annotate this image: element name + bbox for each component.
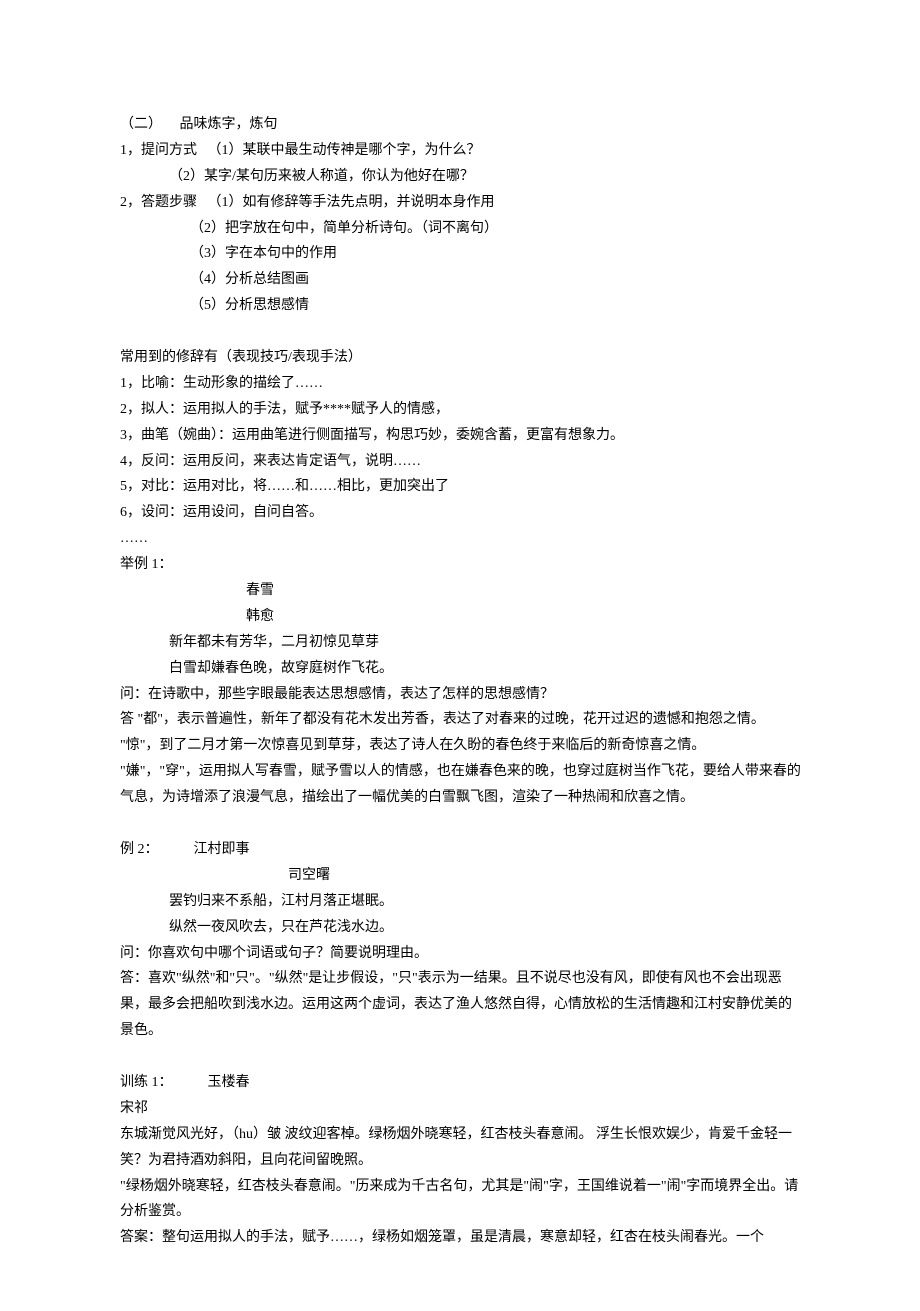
example-2-line-2: 纵然一夜风吹去，只在芦花浅水边。 [120, 915, 805, 941]
section-header: （二） 品味炼字，炼句 [120, 112, 805, 138]
section-number: （二） [120, 117, 162, 132]
rhetoric-6: 6，设问：运用设问，自问自答。 [120, 500, 805, 526]
rhetoric-3: 3，曲笔（婉曲）：运用曲笔进行侧面描写，构思巧妙，委婉含蓄，更富有想象力。 [120, 423, 805, 449]
train-1-header: 训练 1： 玉楼春 [120, 1070, 805, 1096]
train-1-label: 训练 1： [120, 1075, 173, 1090]
example-1-answer-2: "惊"，到了二月才第一次惊喜见到草芽，表达了诗人在久盼的春色终于来临后的新奇惊喜… [120, 733, 805, 759]
qmethod-item-1: （1）某联中最生动传神是哪个字，为什么？ [208, 143, 481, 158]
steps-item-4: （4）分析总结图画 [120, 267, 805, 293]
question-method-line: 1，提问方式 （1）某联中最生动传神是哪个字，为什么？ [120, 138, 805, 164]
steps-item-5: （5）分析思想感情 [120, 293, 805, 319]
steps-item-3: （3）字在本句中的作用 [120, 241, 805, 267]
example-1-title: 春雪 [120, 578, 805, 604]
example-1-label: 举例 1： [120, 552, 805, 578]
rhetoric-heading: 常用到的修辞有（表现技巧/表现手法） [120, 345, 805, 371]
rhetoric-ellipsis: …… [120, 526, 805, 552]
example-1-answer-3: "嫌"，"穿"，运用拟人写春雪，赋予雪以人的情感，也在嫌春色来的晚，也穿过庭树当… [120, 759, 805, 811]
example-2-header: 例 2： 江村即事 [120, 837, 805, 863]
train-1-question: "绿杨烟外晓寒轻，红杏枝头春意闹。"历来成为千古名句，尤其是"闹"字，王国维说着… [120, 1174, 805, 1226]
train-1-body: 东城渐觉风光好，（hu）皱 波纹迎客棹。绿杨烟外晓寒轻，红杏枝头春意闹。 浮生长… [120, 1122, 805, 1174]
example-2-question: 问：你喜欢句中哪个词语或句子？简要说明理由。 [120, 941, 805, 967]
rhetoric-2: 2，拟人：运用拟人的手法，赋予****赋予人的情感， [120, 397, 805, 423]
steps-line: 2，答题步骤 （1）如有修辞等手法先点明，并说明本身作用 [120, 190, 805, 216]
qmethod-label: 1，提问方式 [120, 143, 197, 158]
example-1-answer-1: 答 "都"，表示普遍性，新年了都没有花木发出芳香，表达了对春来的过晚，花开过迟的… [120, 707, 805, 733]
steps-label: 2，答题步骤 [120, 195, 197, 210]
qmethod-item-2: （2）某字/某句历来被人称道，你认为他好在哪？ [120, 164, 805, 190]
example-1-line-2: 白雪却嫌春色晚，故穿庭树作飞花。 [120, 656, 805, 682]
rhetoric-1: 1，比喻：生动形象的描绘了…… [120, 371, 805, 397]
rhetoric-5: 5，对比：运用对比，将……和……相比，更加突出了 [120, 474, 805, 500]
section-title: 品味炼字，炼句 [180, 117, 278, 132]
example-2-title: 江村即事 [194, 842, 250, 857]
example-2-label: 例 2： [120, 842, 159, 857]
example-1-line-1: 新年都未有芳华，二月初惊见草芽 [120, 630, 805, 656]
train-1-answer: 答案：整句运用拟人的手法，赋予……，绿杨如烟笼罩，虽是清晨，寒意却轻，红杏在枝头… [120, 1225, 805, 1251]
train-1-author: 宋祁 [120, 1096, 805, 1122]
example-1-author: 韩愈 [120, 604, 805, 630]
steps-item-1: （1）如有修辞等手法先点明，并说明本身作用 [208, 195, 495, 210]
example-1-question: 问：在诗歌中，那些字眼最能表达思想感情，表达了怎样的思想感情？ [120, 682, 805, 708]
example-2-author: 司空曙 [120, 863, 805, 889]
rhetoric-4: 4，反问：运用反问，来表达肯定语气，说明…… [120, 449, 805, 475]
steps-item-2: （2）把字放在句中，简单分析诗句。（词不离句） [120, 216, 805, 242]
example-2-answer: 答：喜欢"纵然"和"只"。"纵然"是让步假设，"只"表示为一结果。且不说尽也没有… [120, 966, 805, 1044]
train-1-title: 玉楼春 [208, 1075, 250, 1090]
example-2-line-1: 罢钓归来不系船，江村月落正堪眠。 [120, 889, 805, 915]
